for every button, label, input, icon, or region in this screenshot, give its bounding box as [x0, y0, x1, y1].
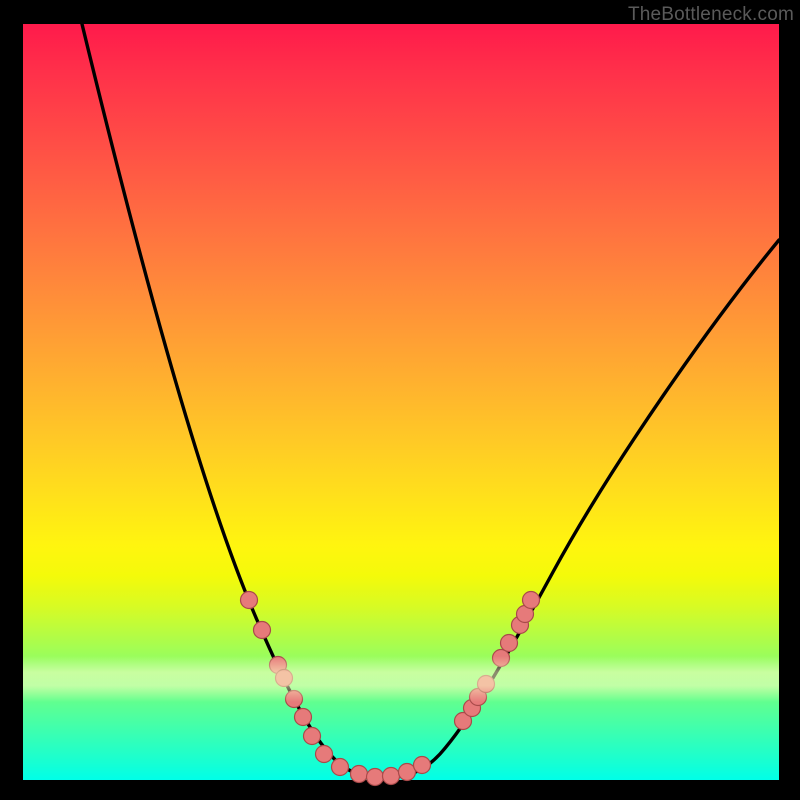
data-marker	[295, 709, 312, 726]
plot-area	[23, 24, 779, 780]
series-group	[82, 24, 779, 777]
data-marker	[523, 592, 540, 609]
curve-layer	[23, 24, 779, 780]
data-marker	[493, 650, 510, 667]
curve-bottleneck-curve	[82, 24, 779, 777]
data-marker	[276, 670, 293, 687]
data-marker	[367, 769, 384, 786]
markers-group	[241, 592, 540, 786]
data-marker	[332, 759, 349, 776]
data-marker	[351, 766, 368, 783]
data-marker	[383, 768, 400, 785]
data-marker	[478, 676, 495, 693]
data-marker	[501, 635, 518, 652]
watermark-text: TheBottleneck.com	[628, 4, 794, 26]
data-marker	[304, 728, 321, 745]
data-marker	[254, 622, 271, 639]
data-marker	[286, 691, 303, 708]
data-marker	[414, 757, 431, 774]
data-marker	[316, 746, 333, 763]
chart-frame: TheBottleneck.com	[0, 0, 800, 800]
data-marker	[399, 764, 416, 781]
data-marker	[241, 592, 258, 609]
